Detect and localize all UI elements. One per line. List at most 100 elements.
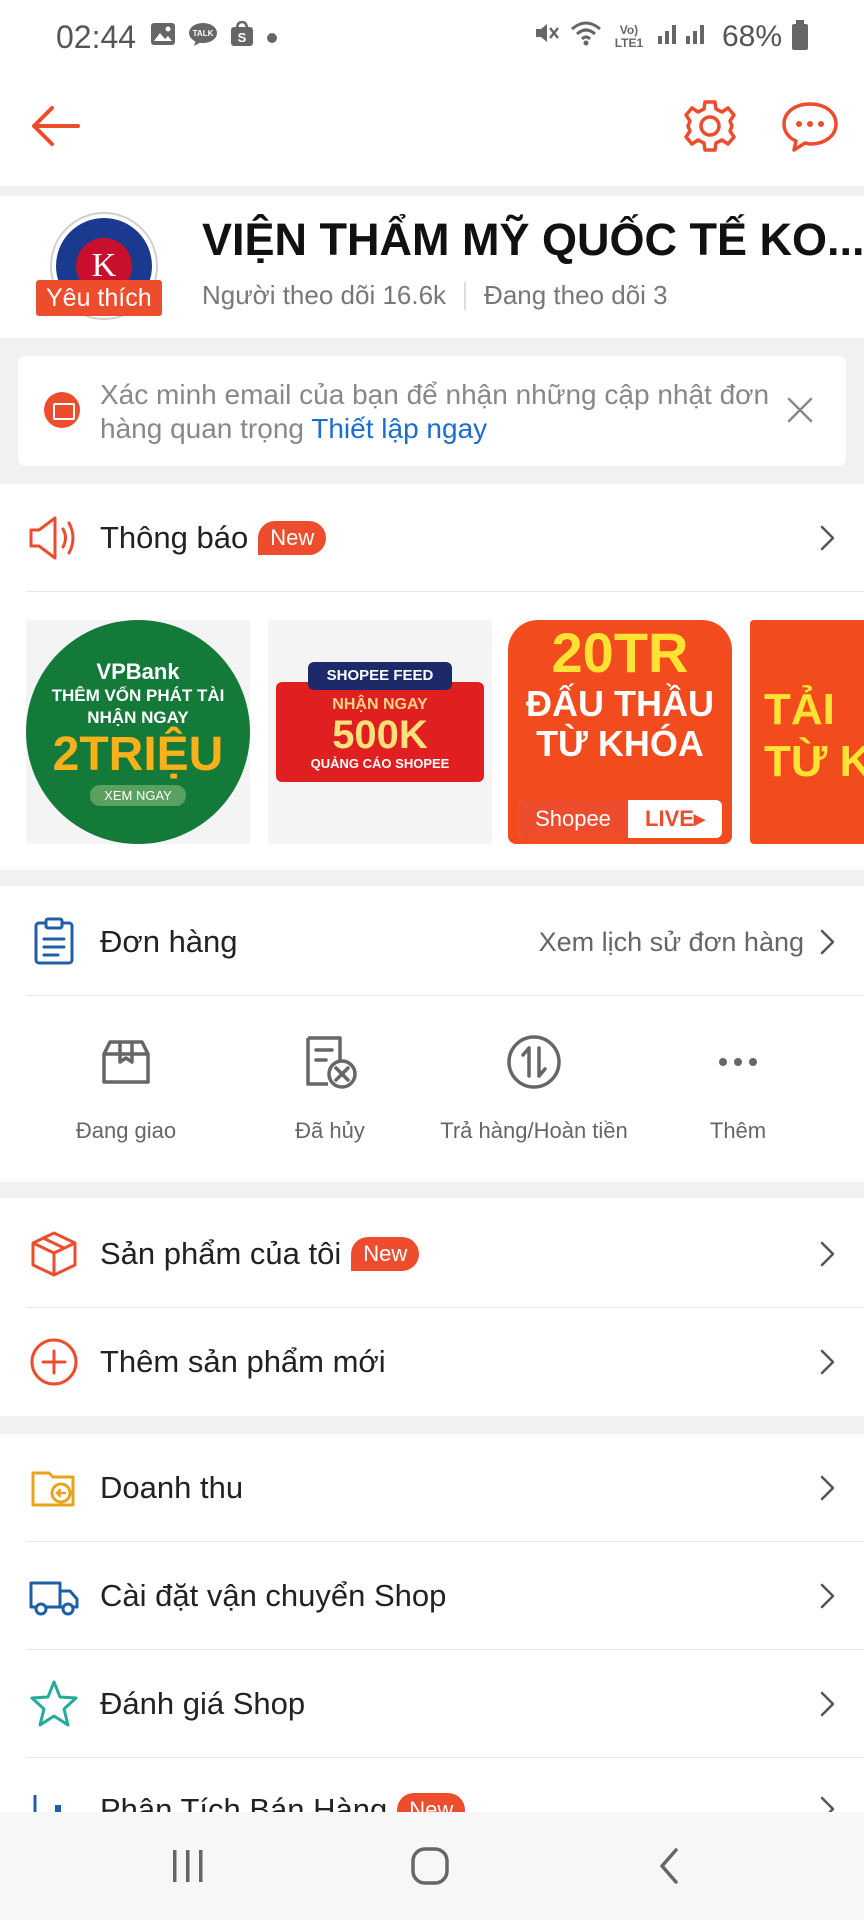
chat-icon[interactable]	[780, 96, 840, 156]
gear-icon[interactable]	[680, 96, 740, 156]
banner-shopee-feed[interactable]: SHOPEE FEED NHẬN NGAY 500K QUẢNG CÁO SHO…	[268, 620, 492, 844]
banner-big-text: 500K	[332, 713, 428, 757]
banner-box: 20TR ĐẤU THẦU TỪ KHÓA Shopee LIVE▸	[508, 620, 732, 844]
star-icon	[26, 1676, 82, 1732]
notifications-row[interactable]: Thông báo New	[0, 484, 864, 592]
banner-line: NHẬN NGAY	[332, 696, 428, 713]
banner-big-text: 20TR	[551, 621, 689, 684]
chevron-right-icon	[812, 1581, 842, 1611]
order-status-shipping[interactable]: Đang giao	[24, 1030, 228, 1144]
cancelled-doc-icon	[298, 1030, 362, 1094]
stats-divider	[464, 281, 467, 310]
my-products-label: Sản phẩm của tôi New	[100, 1236, 420, 1272]
banner-pill: XEM NGAY	[90, 784, 186, 806]
revenue-label: Doanh thu	[100, 1470, 244, 1505]
battery-icon	[792, 20, 808, 50]
section-gap	[0, 1182, 864, 1198]
shop-header: K Yêu thích VIỆN THẨM MỸ QUỐC TẾ KO... N…	[0, 196, 864, 338]
wifi-icon	[570, 19, 602, 55]
svg-text:TALK: TALK	[193, 29, 214, 38]
dot-icon	[266, 23, 278, 51]
sales-analytics-text: Phân Tích Bán Hàng	[100, 1792, 388, 1812]
back-nav-icon[interactable]	[654, 1846, 684, 1891]
chevron-right-icon	[812, 1794, 842, 1812]
order-status-return[interactable]: Trả hàng/Hoàn tiền	[432, 1030, 636, 1144]
order-status-grid: Đang giao Đã hủy Trả hàng/Hoàn tiền Thêm	[0, 1000, 864, 1180]
bar-chart-icon	[26, 1788, 82, 1812]
banner-live-label: LIVE▸	[645, 806, 705, 831]
new-badge: New	[351, 1237, 420, 1271]
status-time: 02:44	[56, 18, 137, 55]
signal-icon	[656, 20, 712, 54]
order-status-more[interactable]: Thêm	[636, 1030, 840, 1144]
banner-line: NHẬN NGAY	[87, 707, 189, 727]
box-icon	[26, 1226, 82, 1282]
order-history-link[interactable]: Xem lịch sử đơn hàng	[539, 927, 804, 958]
svg-text:S: S	[238, 30, 247, 45]
recent-apps-icon[interactable]	[170, 1846, 206, 1891]
orders-row[interactable]: Đơn hàng Xem lịch sử đơn hàng	[0, 888, 864, 996]
shop-icon: S	[230, 20, 254, 54]
banner-live-strip: Shopee LIVE▸	[518, 800, 722, 838]
mute-icon	[532, 19, 560, 55]
image-icon	[150, 22, 176, 53]
my-products-row[interactable]: Sản phẩm của tôi New	[0, 1200, 864, 1308]
close-icon[interactable]	[782, 392, 818, 428]
chevron-right-icon	[812, 1689, 842, 1719]
banner-line: TỪ KHÓA	[536, 723, 704, 764]
chevron-right-icon	[812, 1473, 842, 1503]
shop-stats: Người theo dõi 16.6k Đang theo dõi 3	[202, 280, 668, 311]
talk-icon: TALK	[188, 22, 218, 53]
banner-line: TỪ K	[764, 737, 864, 786]
banner-line: QUẢNG CÁO SHOPEE	[310, 756, 450, 771]
banner-line: THÊM VỐN PHÁT TÀI	[51, 685, 225, 705]
chevron-right-icon	[812, 1347, 842, 1377]
verify-email-card: Xác minh email của bạn để nhận những cập…	[18, 356, 846, 466]
megaphone-icon	[26, 510, 82, 566]
notifications-label: Thông báo New	[100, 520, 327, 556]
more-icon	[706, 1030, 770, 1094]
row-divider	[26, 591, 864, 592]
section-gap	[0, 186, 864, 196]
return-refund-icon	[502, 1030, 566, 1094]
new-badge: New	[397, 1793, 466, 1812]
promo-banners: VPBank THÊM VỐN PHÁT TÀI NHẬN NGAY 2TRIỆ…	[0, 618, 864, 844]
banner-tag: SHOPEE FEED	[308, 662, 452, 690]
banner-shopee-label: Shopee	[518, 800, 628, 838]
following-count[interactable]: Đang theo dõi 3	[484, 280, 668, 311]
home-icon[interactable]	[410, 1846, 450, 1891]
shop-rating-label: Đánh giá Shop	[100, 1686, 306, 1721]
banner-line: TẢI	[764, 685, 835, 734]
add-product-row[interactable]: Thêm sản phẩm mới	[0, 1308, 864, 1416]
plus-circle-icon	[26, 1334, 82, 1390]
banner-vpbank[interactable]: VPBank THÊM VỐN PHÁT TÀI NHẬN NGAY 2TRIỆ…	[26, 620, 250, 844]
setup-now-link[interactable]: Thiết lập ngay	[311, 413, 487, 444]
revenue-row[interactable]: Doanh thu	[0, 1434, 864, 1542]
row-divider	[26, 995, 864, 996]
order-status-label: Đã hủy	[295, 1118, 365, 1143]
arrow-left-icon[interactable]	[28, 98, 88, 158]
notifications-text: Thông báo	[100, 520, 249, 555]
verify-email-text: Xác minh email của bạn để nhận những cập…	[100, 378, 780, 446]
package-icon	[94, 1030, 158, 1094]
shop-rating-row[interactable]: Đánh giá Shop	[0, 1650, 864, 1758]
order-status-label: Đang giao	[75, 1118, 177, 1143]
chevron-right-icon	[812, 1239, 842, 1269]
chevron-right-icon	[812, 927, 842, 957]
shipping-settings-row[interactable]: Cài đặt vận chuyển Shop	[0, 1542, 864, 1650]
banner-big-text: 2TRIỆU	[52, 727, 224, 781]
add-product-label: Thêm sản phẩm mới	[100, 1344, 386, 1379]
sales-analytics-label: Phân Tích Bán Hàng New	[100, 1792, 466, 1812]
banner-partial[interactable]: TẢI TỪ K	[750, 620, 864, 844]
order-status-cancelled[interactable]: Đã hủy	[228, 1030, 432, 1144]
sales-analytics-row[interactable]: Phân Tích Bán Hàng New	[0, 1758, 864, 1812]
banner-bank-name: VPBank	[96, 658, 180, 684]
banner-keyword-bid[interactable]: 20TR ĐẤU THẦU TỪ KHÓA Shopee LIVE▸	[508, 620, 732, 844]
my-products-text: Sản phẩm của tôi	[100, 1236, 342, 1271]
new-badge: New	[258, 521, 327, 555]
network-label: Vo) LTE1	[614, 23, 644, 50]
followers-count[interactable]: Người theo dõi 16.6k	[202, 280, 446, 311]
shop-name[interactable]: VIỆN THẨM MỸ QUỐC TẾ KO...	[202, 214, 864, 266]
shipping-settings-label: Cài đặt vận chuyển Shop	[100, 1578, 447, 1613]
truck-icon	[26, 1568, 82, 1624]
